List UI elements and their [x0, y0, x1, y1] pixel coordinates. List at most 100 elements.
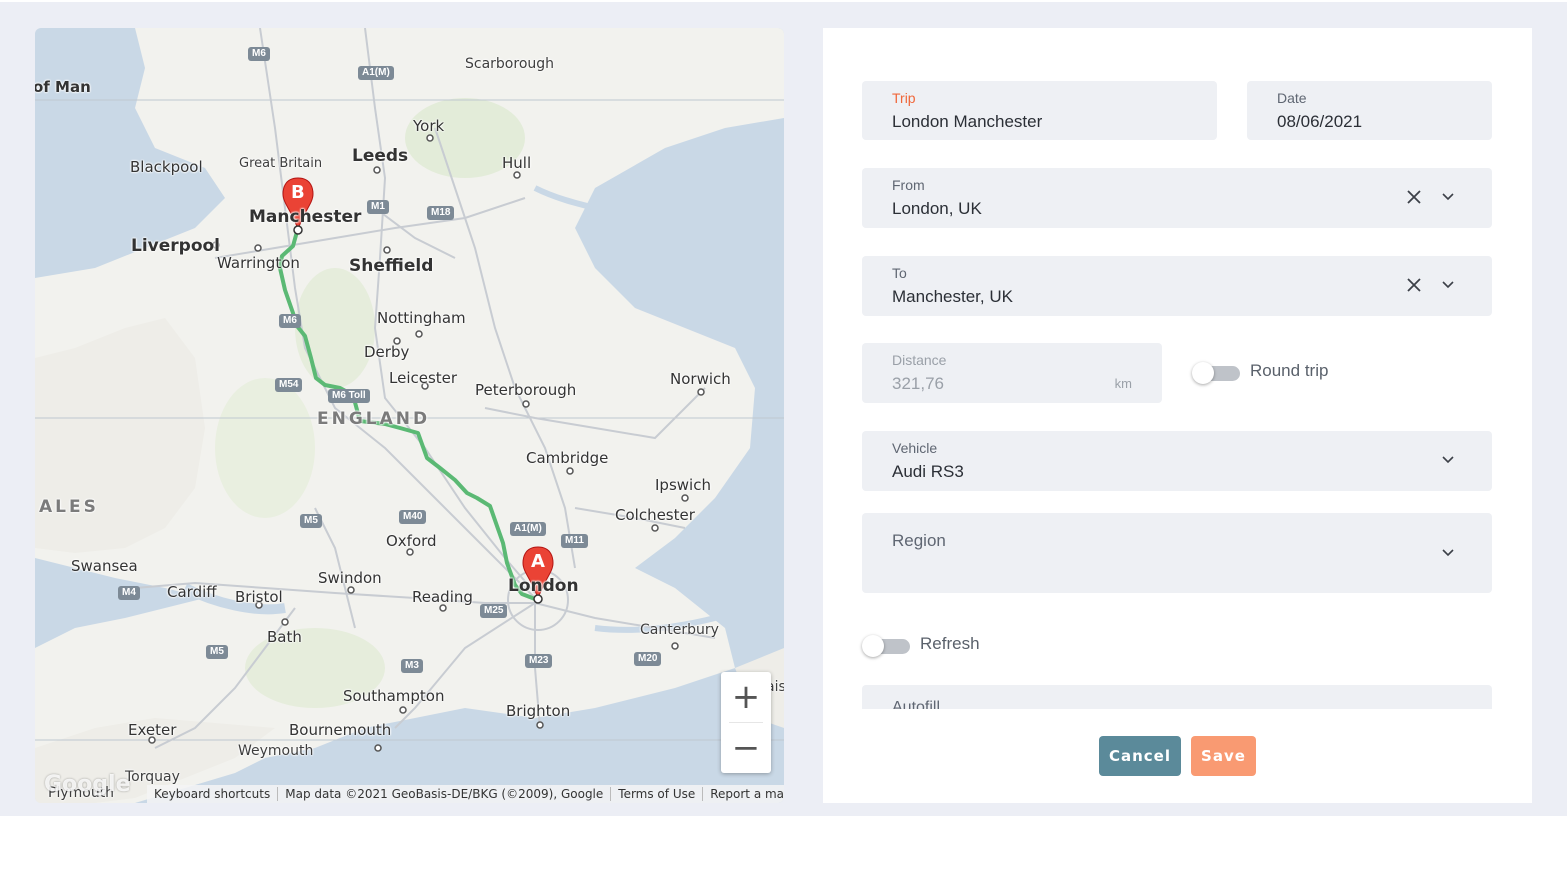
trip-label: Trip: [892, 90, 916, 106]
map-label-torquay: Torquay: [125, 769, 180, 785]
from-select[interactable]: From London, UK: [862, 168, 1492, 228]
vehicle-label: Vehicle: [892, 440, 938, 456]
map-label-leicester: Leicester: [389, 369, 458, 387]
map-label-colchester: Colchester: [615, 506, 695, 524]
map-label-cardiff: Cardiff: [167, 583, 217, 601]
distance-label: Distance: [892, 352, 947, 368]
map-label-weymouth: Weymouth: [238, 743, 314, 759]
map-label-liverpool: Liverpool: [131, 236, 221, 256]
autofill-field[interactable]: Autofill: [862, 685, 1492, 709]
map-label-london: London: [508, 576, 579, 596]
terms-of-use-link[interactable]: Terms of Use: [610, 787, 702, 801]
map-label-brighton: Brighton: [506, 702, 571, 720]
map-label-bath: Bath: [267, 628, 302, 646]
map-label-scarborough: Scarborough: [465, 56, 555, 72]
map-label-hull: Hull: [502, 154, 532, 172]
top-divider: [0, 0, 1567, 2]
zoom-in-button[interactable]: +: [721, 672, 771, 722]
map-label-southampton: Southampton: [343, 687, 445, 705]
map-road-m1-north: M1: [367, 200, 389, 214]
marker-b-label[interactable]: B: [291, 182, 305, 203]
map-road-m4: M4: [118, 586, 140, 600]
round-trip-label: Round trip: [1250, 361, 1329, 380]
clear-from-icon[interactable]: [1406, 189, 1422, 205]
date-field[interactable]: Date 08/06/2021: [1247, 81, 1492, 140]
map-label-oxford: Oxford: [386, 532, 437, 550]
map-label-bristol: Bristol: [235, 588, 283, 606]
keyboard-shortcuts-link[interactable]: Keyboard shortcuts: [147, 787, 277, 801]
from-label: From: [892, 177, 925, 193]
map-attribution-bar: Keyboard shortcuts Map data ©2021 GeoBas…: [147, 785, 784, 803]
map-road-m54: M54: [275, 378, 303, 392]
region-chevron-down-icon[interactable]: [1442, 548, 1454, 558]
refresh-toggle-knob: [862, 635, 884, 657]
from-chevron-down-icon[interactable]: [1442, 192, 1454, 202]
refresh-toggle[interactable]: [862, 635, 910, 657]
map-label-blackpool: Blackpool: [130, 158, 203, 176]
map-label-nottingham: Nottingham: [377, 309, 466, 327]
region-label: Region: [892, 531, 946, 550]
clear-to-icon[interactable]: [1406, 277, 1422, 293]
map-label-reading: Reading: [412, 588, 473, 606]
map-label-isle-of-man: of Man: [35, 78, 91, 96]
map-road-m11: M11: [561, 534, 588, 548]
map-road-m20: M20: [634, 652, 662, 666]
map-label-ipswich: Ipswich: [655, 476, 711, 494]
vehicle-chevron-down-icon[interactable]: [1442, 455, 1454, 465]
cancel-button[interactable]: Cancel: [1099, 736, 1181, 776]
distance-field: Distance 321,76 km: [862, 343, 1162, 403]
map-zoom-control: + −: [721, 672, 771, 773]
round-trip-toggle-knob: [1192, 362, 1214, 384]
map-label-great-britain: Great Britain: [239, 156, 323, 171]
map-label-derby: Derby: [364, 343, 410, 361]
map-road-m5-mid: M5: [300, 514, 322, 528]
map-road-m5-south: M5: [206, 645, 228, 659]
map-road-m40: M40: [399, 510, 427, 524]
map-label-cambridge: Cambridge: [526, 449, 609, 467]
map-road-m18: M18: [427, 206, 455, 220]
vehicle-select[interactable]: Vehicle Audi RS3: [862, 431, 1492, 491]
map-label-warrington: Warrington: [217, 254, 300, 272]
round-trip-toggle[interactable]: [1192, 362, 1240, 384]
trip-field[interactable]: Trip London Manchester: [862, 81, 1217, 140]
report-map-error-link[interactable]: Report a map error: [702, 787, 784, 801]
map-road-m25: M25: [480, 604, 508, 618]
map-label-canterbury: Canterbury: [640, 622, 719, 638]
marker-a-label[interactable]: A: [531, 551, 545, 572]
map-label-peterborough: Peterborough: [475, 381, 577, 399]
google-logo: Google: [44, 772, 131, 797]
trip-form-panel: Trip London Manchester Date 08/06/2021 F…: [823, 28, 1532, 803]
map-road-m3: M3: [401, 659, 423, 673]
map-label-york: York: [413, 117, 445, 135]
map-road-m23: M23: [525, 654, 553, 668]
to-value: Manchester, UK: [892, 287, 1013, 306]
map-label-england: ENGLAND: [317, 409, 431, 429]
to-chevron-down-icon[interactable]: [1442, 280, 1454, 290]
date-label: Date: [1277, 90, 1307, 106]
refresh-label: Refresh: [920, 634, 980, 653]
route-map[interactable]: of Man M6 A1(M) Scarborough York Blackpo…: [35, 28, 784, 803]
map-road-a1m-north: A1(M): [358, 66, 394, 80]
map-label-norwich: Norwich: [670, 370, 731, 388]
app-background: of Man M6 A1(M) Scarborough York Blackpo…: [0, 0, 1567, 816]
save-button[interactable]: Save: [1191, 736, 1256, 776]
distance-unit: km: [1114, 376, 1132, 391]
map-road-m6-north: M6: [248, 47, 270, 61]
map-label-exeter: Exeter: [128, 721, 177, 739]
map-road-m6-toll: M6 Toll: [328, 389, 370, 403]
map-label-bournemouth: Bournemouth: [289, 721, 392, 739]
to-select[interactable]: To Manchester, UK: [862, 256, 1492, 316]
map-road-a1m-south: A1(M): [510, 522, 546, 536]
date-value: 08/06/2021: [1277, 112, 1363, 131]
trip-value: London Manchester: [892, 112, 1043, 131]
map-data-text: Map data ©2021 GeoBasis-DE/BKG (©2009), …: [277, 787, 610, 801]
from-value: London, UK: [892, 199, 982, 218]
zoom-out-button[interactable]: −: [721, 723, 771, 773]
map-label-leeds: Leeds: [352, 146, 409, 166]
region-select[interactable]: Region: [862, 513, 1492, 593]
autofill-label: Autofill: [892, 699, 941, 709]
map-label-manchester: Manchester: [249, 207, 362, 227]
to-label: To: [892, 265, 907, 281]
map-road-m6-mid: M6: [279, 314, 301, 328]
map-label-sheffield: Sheffield: [349, 256, 434, 276]
